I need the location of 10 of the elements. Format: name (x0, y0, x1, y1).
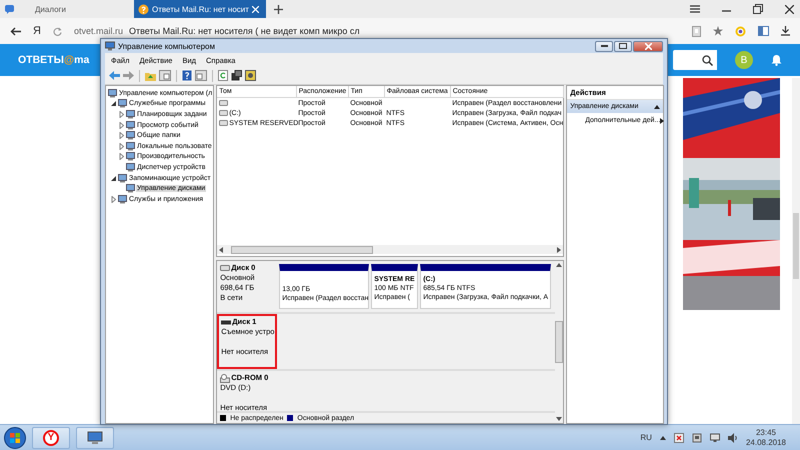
window-title: Управление компьютером (118, 42, 215, 50)
browser-taskbar-button[interactable]: Y (32, 426, 70, 448)
site-logo[interactable]: ОТВЕТЫ@ma (18, 54, 90, 66)
clock-date[interactable]: 24.08.2018 (746, 438, 786, 448)
page-title: Ответы Mail.Ru: нет носителя ( не видет комп микро сл (128, 26, 360, 36)
language-indicator[interactable]: RU (640, 433, 652, 442)
url-domain[interactable]: otvet.mail.ru (74, 26, 123, 36)
clock-time[interactable]: 23:45 (756, 428, 776, 438)
browser-logo[interactable]: Я (33, 25, 41, 37)
browser-tab[interactable]: Ответы Mail.Ru: нет носит (134, 0, 266, 18)
